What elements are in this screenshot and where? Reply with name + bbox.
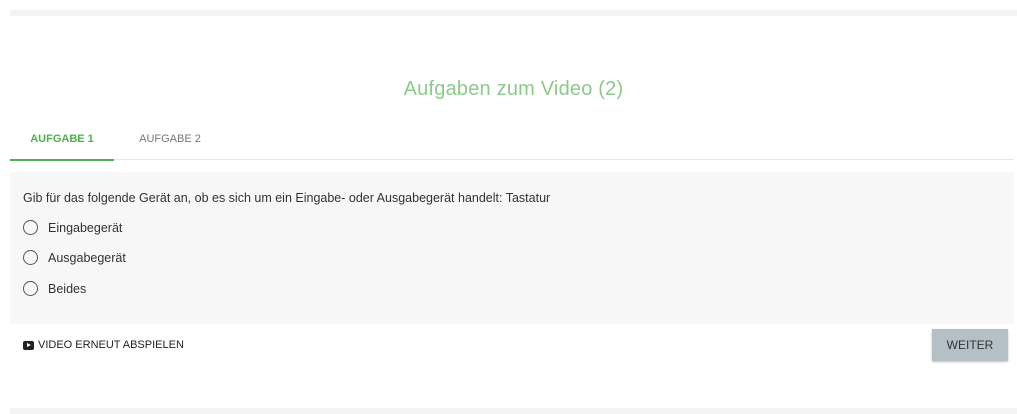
next-button[interactable]: WEITER [932,329,1008,361]
page-title: Aufgaben zum Video (2) [403,78,624,100]
option-label: Eingabegerät [48,220,123,235]
option-eingabegeraet[interactable]: Eingabegerät [23,220,122,235]
radio-button[interactable] [23,250,38,265]
option-label: Ausgabegerät [48,250,126,265]
task-tabs: AUFGABE 1 AUFGABE 2 [10,118,1014,161]
bottom-divider-band [10,408,1017,414]
question-text: Gib für das folgende Gerät an, ob es sic… [23,191,551,205]
option-label: Beides [48,281,87,296]
top-divider-band [10,10,1017,16]
tab-aufgabe-2[interactable]: AUFGABE 2 [114,118,226,160]
video-play-icon [23,340,34,350]
radio-button[interactable] [23,281,38,296]
replay-video-link[interactable]: VIDEO ERNEUT ABSPIELEN [23,339,184,351]
tab-aufgabe-1[interactable]: AUFGABE 1 [10,118,114,161]
option-ausgabegeraet[interactable]: Ausgabegerät [23,250,126,265]
replay-video-label: VIDEO ERNEUT ABSPIELEN [38,339,184,351]
option-beides[interactable]: Beides [23,281,86,296]
question-panel: Gib für das folgende Gerät an, ob es sic… [10,172,1014,324]
radio-button[interactable] [23,220,38,235]
